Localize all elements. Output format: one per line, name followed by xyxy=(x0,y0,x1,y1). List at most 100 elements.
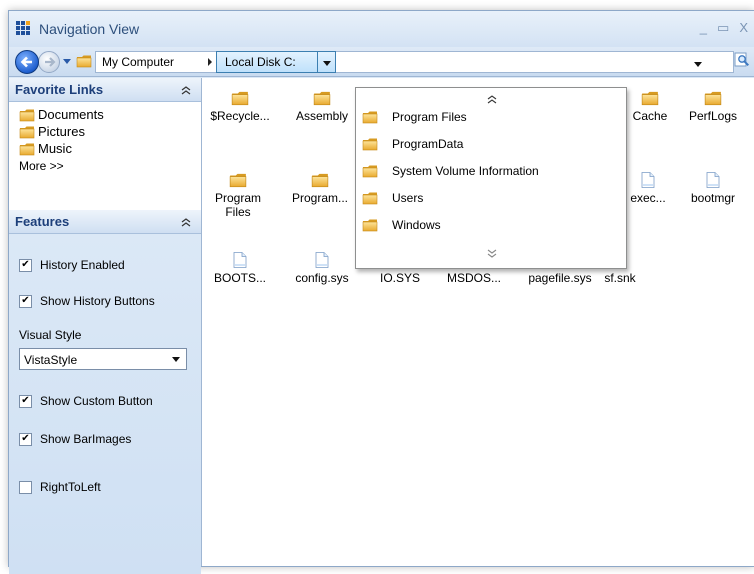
breadcrumb-my-computer[interactable]: My Computer xyxy=(102,55,174,69)
favorite-item-label: Music xyxy=(38,141,72,156)
file-item-label: exec... xyxy=(630,191,666,205)
folder-icon xyxy=(19,142,35,156)
file-item-recycle-bin[interactable]: $Recycle... xyxy=(204,90,276,123)
back-button[interactable] xyxy=(15,50,39,74)
folder-icon xyxy=(231,90,249,106)
show-history-buttons-checkbox[interactable]: ✔ Show History Buttons xyxy=(19,294,201,308)
file-item-label: sf.snk xyxy=(604,271,636,285)
features-title: Features xyxy=(15,214,70,229)
file-item-label: pagefile.sys xyxy=(528,271,592,285)
favorite-links-title: Favorite Links xyxy=(15,82,104,97)
folder-icon xyxy=(362,137,378,151)
dropdown-item-label: Windows xyxy=(392,218,441,232)
favorite-item-documents[interactable]: Documents xyxy=(19,106,201,123)
dropdown-item-program-files[interactable]: Program Files xyxy=(362,106,467,128)
file-item-label: Assembly xyxy=(295,109,348,123)
dropdown-item-system-volume-information[interactable]: System Volume Information xyxy=(362,160,539,182)
favorite-links-list: Documents Pictures Music More >> xyxy=(9,102,201,210)
file-item-label: MSDOS... xyxy=(446,271,501,285)
show-custom-button-checkbox[interactable]: ✔ Show Custom Button xyxy=(19,394,201,408)
file-item-label: BOOTS... xyxy=(213,271,266,285)
search-icon[interactable] xyxy=(734,52,750,68)
history-dropdown-icon[interactable] xyxy=(62,54,72,68)
chevron-down-icon xyxy=(323,61,331,66)
file-item-config-sys[interactable]: config.sys xyxy=(286,252,358,285)
dropdown-item-programdata[interactable]: ProgramData xyxy=(362,133,463,155)
favorite-item-music[interactable]: Music xyxy=(19,140,201,157)
checkbox-box[interactable]: ✔ xyxy=(19,294,32,308)
file-item-bootsect[interactable]: BOOTS... xyxy=(204,252,276,285)
folder-icon xyxy=(76,54,92,68)
file-icon xyxy=(706,172,720,188)
folder-icon xyxy=(641,90,659,106)
checkbox-box[interactable]: ✔ xyxy=(19,432,32,446)
folder-icon xyxy=(19,108,35,122)
close-button[interactable]: X xyxy=(739,20,748,36)
chevron-down-icon xyxy=(172,357,180,362)
breadcrumb-dropdown-menu: Program Files ProgramData System Volume … xyxy=(355,87,627,269)
folder-icon xyxy=(362,191,378,205)
file-icon xyxy=(233,252,247,268)
checkbox-label: Show Custom Button xyxy=(40,394,153,408)
scroll-up-icon[interactable] xyxy=(486,94,498,104)
folder-icon xyxy=(362,218,378,232)
right-to-left-checkbox[interactable]: RightToLeft xyxy=(19,480,201,494)
app-grid-icon xyxy=(16,21,30,35)
file-item-label: config.sys xyxy=(295,271,349,285)
file-item-programdata[interactable]: Program... xyxy=(284,172,356,205)
left-pane: Favorite Links Documents Pictures Music … xyxy=(9,78,201,574)
file-item-perflogs[interactable]: PerfLogs xyxy=(677,90,749,123)
forward-button[interactable] xyxy=(38,51,60,73)
favorite-item-pictures[interactable]: Pictures xyxy=(19,123,201,140)
file-item-program-files[interactable]: Program Files xyxy=(206,172,270,219)
navigation-bar: My Computer Local Disk C: xyxy=(9,47,754,77)
show-barimages-checkbox[interactable]: ✔ Show BarImages xyxy=(19,432,201,446)
file-item-label: PerfLogs xyxy=(688,109,738,123)
file-item-label: $Recycle... xyxy=(210,109,270,123)
folder-icon xyxy=(704,90,722,106)
breadcrumb[interactable]: My Computer Local Disk C: xyxy=(95,51,734,73)
dropdown-item-users[interactable]: Users xyxy=(362,187,423,209)
favorite-links-header[interactable]: Favorite Links xyxy=(9,78,201,102)
dropdown-item-label: Program Files xyxy=(392,110,467,124)
checkbox-box[interactable] xyxy=(19,480,32,494)
file-item-assembly[interactable]: Assembly xyxy=(286,90,358,123)
breadcrumb-local-disk[interactable]: Local Disk C: xyxy=(216,51,318,73)
title-bar[interactable]: Navigation View _ ▭ X xyxy=(9,11,754,47)
window-controls: _ ▭ X xyxy=(700,20,748,36)
favorite-item-label: Pictures xyxy=(38,124,85,139)
breadcrumb-chevron-icon[interactable] xyxy=(206,57,214,67)
maximize-button[interactable]: ▭ xyxy=(717,20,729,36)
folder-icon xyxy=(19,125,35,139)
features-panel: ✔ History Enabled ✔ Show History Buttons… xyxy=(9,234,201,574)
folder-icon xyxy=(362,110,378,124)
dropdown-item-label: ProgramData xyxy=(392,137,464,151)
more-link[interactable]: More >> xyxy=(19,159,201,173)
address-dropdown-icon[interactable] xyxy=(693,61,703,69)
file-item-label: Program Files xyxy=(214,191,261,219)
minimize-button[interactable]: _ xyxy=(700,20,707,36)
checkbox-box[interactable]: ✔ xyxy=(19,258,32,272)
window-title: Navigation View xyxy=(39,21,140,37)
file-item-label: bootmgr xyxy=(690,191,736,205)
folder-icon xyxy=(229,172,247,188)
file-item-label: Cache xyxy=(632,109,668,123)
visual-style-label: Visual Style xyxy=(19,328,82,342)
visual-style-select[interactable]: VistaStyle xyxy=(19,348,187,370)
checkbox-label: History Enabled xyxy=(40,258,125,272)
history-enabled-checkbox[interactable]: ✔ History Enabled xyxy=(19,258,201,272)
dropdown-item-windows[interactable]: Windows xyxy=(362,214,441,236)
checkbox-label: RightToLeft xyxy=(40,480,101,494)
scroll-down-icon[interactable] xyxy=(486,249,498,259)
forward-arrow-icon xyxy=(45,57,56,67)
app-window: Navigation View _ ▭ X My Computer Local … xyxy=(8,10,754,574)
dropdown-item-label: System Volume Information xyxy=(392,164,539,178)
collapse-chevron-icon[interactable] xyxy=(181,217,191,227)
breadcrumb-dropdown-button[interactable] xyxy=(318,51,336,73)
checkbox-box[interactable]: ✔ xyxy=(19,394,32,408)
back-arrow-icon xyxy=(20,56,32,68)
collapse-chevron-icon[interactable] xyxy=(181,85,191,95)
features-header[interactable]: Features xyxy=(9,210,201,234)
favorite-item-label: Documents xyxy=(38,107,104,122)
file-item-bootmgr[interactable]: bootmgr xyxy=(677,172,749,205)
